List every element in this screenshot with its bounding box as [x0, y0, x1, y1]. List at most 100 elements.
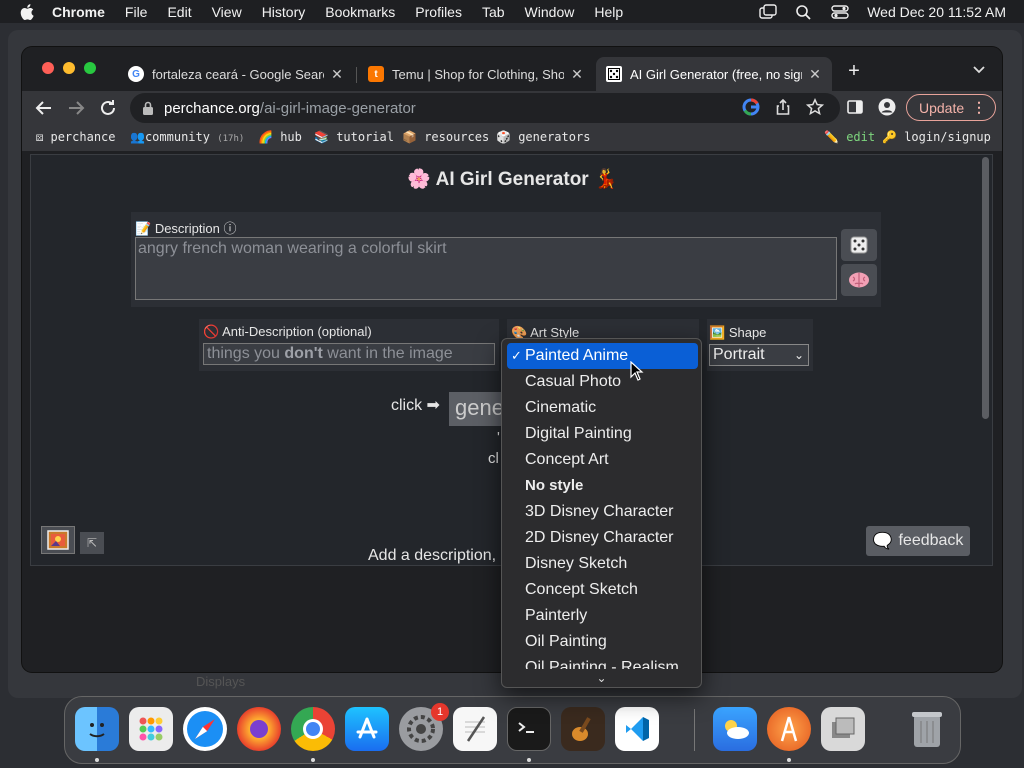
launchpad-icon[interactable] [129, 707, 173, 751]
nav-resources-link[interactable]: 📦 resources [402, 130, 489, 144]
nav-community-label: community [144, 130, 210, 144]
reload-icon[interactable] [98, 98, 118, 118]
art-style-option[interactable]: Cinematic [507, 395, 698, 421]
blossom-icon: 🌸 [407, 169, 432, 190]
tab-strip: G fortaleza ceará - Google Search ✕ t Te… [22, 47, 1002, 91]
share-icon[interactable] [774, 98, 792, 116]
art-style-option[interactable]: Casual Photo [507, 369, 698, 395]
spotlight-search-icon[interactable] [795, 4, 813, 20]
address-bar[interactable]: perchance.org/ai-girl-image-generator [130, 93, 840, 123]
art-style-option[interactable]: Disney Sketch [507, 551, 698, 577]
chrome-icon[interactable] [291, 707, 335, 751]
description-textarea[interactable]: angry french woman wearing a colorful sk… [135, 237, 837, 300]
firefox-icon[interactable] [237, 707, 281, 751]
art-style-option[interactable]: Concept Art [507, 447, 698, 473]
art-style-option[interactable]: Digital Painting [507, 421, 698, 447]
finder-icon[interactable] [75, 707, 119, 751]
art-style-option[interactable]: Oil Painting - Realism [507, 655, 698, 669]
tab-close-icon[interactable]: ✕ [808, 66, 822, 83]
art-style-option[interactable]: No style [507, 473, 698, 499]
brain-icon [849, 272, 869, 288]
page-scrollbar[interactable] [982, 157, 989, 419]
nav-community-link[interactable]: 👥community (17h) [130, 130, 244, 144]
tab-temu[interactable]: t Temu | Shop for Clothing, Shoes ✕ [358, 57, 594, 91]
menu-bookmarks[interactable]: Bookmarks [325, 4, 395, 20]
tab-close-icon[interactable]: ✕ [570, 66, 584, 83]
gallery-button[interactable] [41, 526, 75, 554]
nav-login-link[interactable]: 🔑 login/signup [882, 130, 991, 144]
dancer-icon: 💃 [593, 169, 618, 190]
art-style-option[interactable]: ✓ Painted Anime [507, 343, 698, 369]
random-description-button[interactable] [841, 229, 877, 261]
menu-history[interactable]: History [262, 4, 306, 20]
generate-button[interactable]: gene [449, 392, 505, 426]
running-indicator [787, 758, 791, 762]
safari-icon[interactable] [183, 707, 227, 751]
apple-menu-icon[interactable] [18, 2, 38, 22]
forward-arrow-icon[interactable] [66, 98, 86, 118]
new-tab-button[interactable]: + [844, 61, 864, 81]
instruments-icon[interactable] [767, 707, 811, 751]
bookmark-star-icon[interactable] [806, 98, 824, 116]
menu-help[interactable]: Help [594, 4, 623, 20]
preview-icon[interactable] [821, 707, 865, 751]
url-path: /ai-girl-image-generator [259, 99, 416, 117]
art-style-option[interactable]: Concept Sketch [507, 577, 698, 603]
art-style-dropdown[interactable]: ✓ Painted Anime Casual Photo Cinematic Di… [501, 338, 702, 688]
window-switcher-icon[interactable] [759, 3, 777, 20]
nav-edit-link[interactable]: ✏️ edit [824, 130, 875, 144]
nav-tutorial-link[interactable]: 📚 tutorial [314, 130, 394, 144]
menu-edit[interactable]: Edit [167, 4, 191, 20]
nav-perchance-link[interactable]: ⚄ perchance [36, 130, 116, 144]
zoom-window-button[interactable] [84, 62, 96, 74]
garageband-icon[interactable] [561, 707, 605, 751]
back-arrow-icon[interactable] [34, 98, 54, 118]
key-icon: 🔑 [882, 130, 897, 144]
nav-hub-link[interactable]: 🌈 hub [258, 130, 302, 144]
shape-select[interactable]: Portrait ⌄ [709, 344, 809, 366]
system-preferences-icon[interactable]: 1 [399, 703, 449, 751]
description-hint: Add a description, [368, 547, 497, 564]
update-chrome-button[interactable]: Update ⋮ [906, 94, 996, 121]
menu-view[interactable]: View [212, 4, 242, 20]
mouse-pointer-icon [630, 361, 644, 381]
info-icon[interactable]: ⓘ [223, 221, 236, 236]
control-center-icon[interactable] [831, 4, 849, 20]
side-panel-icon[interactable] [846, 98, 864, 116]
app-store-icon[interactable] [345, 707, 389, 751]
expand-arrow-icon[interactable]: ⇱ [80, 532, 104, 554]
tab-search-chevron-icon[interactable] [972, 63, 986, 77]
art-style-option[interactable]: 2D Disney Character [507, 525, 698, 551]
close-window-button[interactable] [42, 62, 54, 74]
textedit-icon[interactable] [453, 707, 497, 751]
feedback-button[interactable]: 🗨️ feedback [866, 526, 970, 556]
minimize-window-button[interactable] [63, 62, 75, 74]
google-lens-icon[interactable] [742, 98, 760, 116]
menu-window[interactable]: Window [525, 4, 575, 20]
nav-tutorial-label: tutorial [336, 130, 394, 144]
chrome-menu-icon[interactable]: ⋮ [972, 99, 986, 116]
menu-file[interactable]: File [125, 4, 148, 20]
trash-icon[interactable] [905, 707, 949, 751]
click-instruction: click ➡ [391, 397, 440, 414]
menu-tab[interactable]: Tab [482, 4, 505, 20]
tab-ai-girl-generator[interactable]: AI Girl Generator (free, no sign ✕ [596, 57, 832, 91]
art-style-option[interactable]: 3D Disney Character [507, 499, 698, 525]
profile-avatar-icon[interactable] [878, 98, 896, 116]
menu-profiles[interactable]: Profiles [415, 4, 462, 20]
art-style-option[interactable]: Painterly [507, 603, 698, 629]
menu-app-name[interactable]: Chrome [52, 4, 105, 20]
nav-generators-link[interactable]: 🎲 generators [496, 130, 590, 144]
tab-close-icon[interactable]: ✕ [330, 66, 344, 83]
art-style-option[interactable]: Oil Painting [507, 629, 698, 655]
terminal-icon[interactable] [507, 707, 551, 751]
lock-icon[interactable] [142, 101, 154, 115]
menu-clock[interactable]: Wed Dec 20 11:52 AM [867, 4, 1006, 20]
anti-description-input[interactable]: things you don't want in the image [203, 343, 495, 365]
scroll-down-chevron-icon[interactable]: ⌄ [502, 671, 701, 685]
vscode-icon[interactable] [615, 707, 659, 751]
brain-button[interactable] [841, 264, 877, 296]
weather-icon[interactable] [713, 707, 757, 751]
tab-google-search[interactable]: G fortaleza ceará - Google Search ✕ [118, 57, 354, 91]
running-indicator [95, 758, 99, 762]
